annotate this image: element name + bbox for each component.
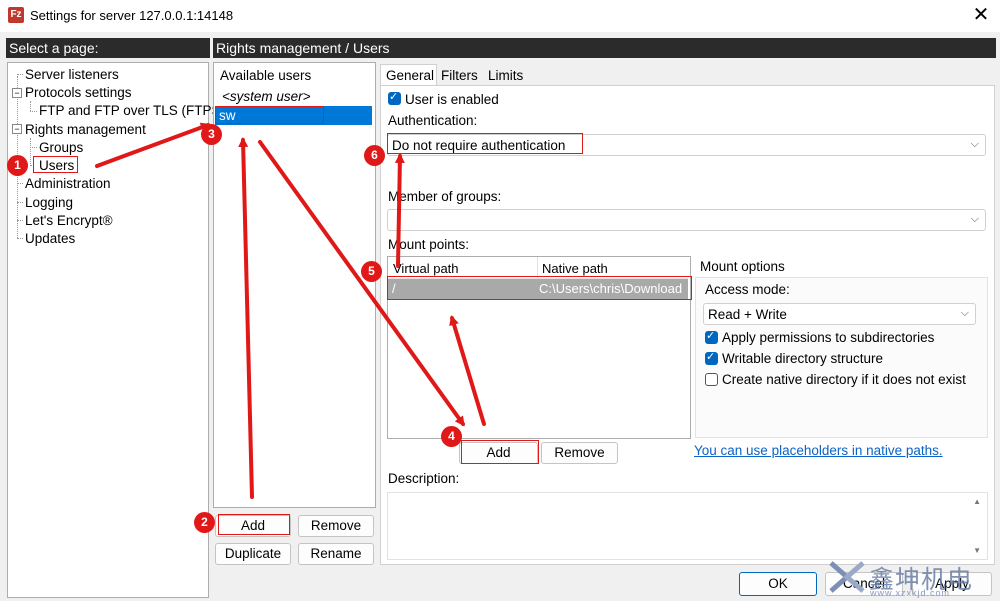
annotation-arrows	[95, 122, 486, 499]
marker-2: 2	[194, 512, 215, 533]
marker-4: 4	[441, 426, 462, 447]
marker-6: 6	[364, 145, 385, 166]
watermark-url: www.xzxkjd.com	[870, 588, 951, 598]
marker-1: 1	[7, 155, 28, 176]
marker-5: 5	[361, 261, 382, 282]
watermark-logo-icon	[829, 561, 865, 593]
marker-3: 3	[201, 124, 222, 145]
